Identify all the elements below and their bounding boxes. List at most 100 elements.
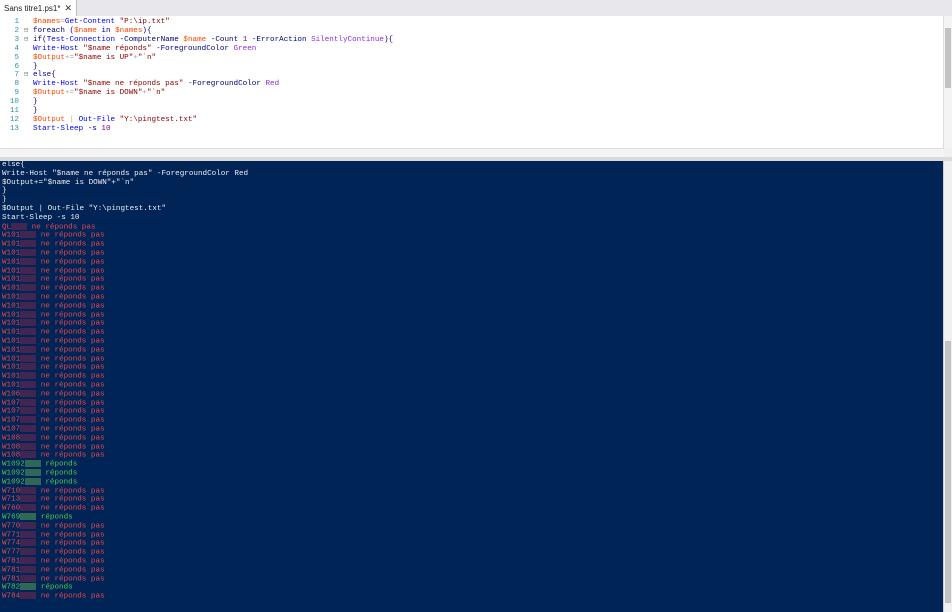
host-name: W774 xyxy=(2,539,21,548)
code-text: $Output | Out-File "Y:\pingtest.txt" xyxy=(33,116,197,125)
fold-toggle-icon[interactable]: ⊟ xyxy=(24,71,28,80)
editor-vertical-scrollbar[interactable] xyxy=(943,16,952,148)
code-token: "$name is DOWN" xyxy=(74,89,143,98)
ping-status: ne réponds pas xyxy=(36,337,105,346)
console-result-line: W107 ne réponds pas xyxy=(2,416,105,425)
console-echo-line: $Output | Out-File "Y:\pingtest.txt" xyxy=(2,205,167,213)
ping-status: ne réponds pas xyxy=(36,328,105,337)
code-token: Red xyxy=(265,80,280,89)
host-name: W101 xyxy=(2,337,21,346)
redacted-block xyxy=(20,293,37,300)
ping-status: ne réponds pas xyxy=(36,443,105,452)
host-name: QL xyxy=(2,223,12,232)
host-name: W770 xyxy=(2,522,21,531)
console-result-line: W777 ne réponds pas xyxy=(2,548,105,557)
code-token: if xyxy=(33,35,43,44)
ping-status: réponds xyxy=(40,478,78,487)
ping-status: ne réponds pas xyxy=(36,566,105,575)
redacted-block xyxy=(20,486,37,494)
host-name: W106 xyxy=(2,390,21,399)
code-token: $names xyxy=(115,26,143,35)
editor-horizontal-scrollbar[interactable] xyxy=(0,148,944,157)
redacted-block xyxy=(20,433,37,441)
console-result-line: W769 réponds xyxy=(2,513,73,522)
console-echo-line: } xyxy=(2,196,7,205)
code-text: $Output+="$name is DOWN"+"`n" xyxy=(33,89,165,98)
redacted-block xyxy=(20,240,37,248)
console-result-line: W101 ne réponds pas xyxy=(2,328,105,337)
ping-status: ne réponds pas xyxy=(36,249,105,258)
ping-status: ne réponds pas xyxy=(36,293,105,302)
ping-status: ne réponds pas xyxy=(36,592,105,601)
tab-title: Sans titre1.ps1* xyxy=(4,3,61,13)
fold-toggle-icon[interactable]: ⊟ xyxy=(24,36,28,45)
line-number: 6 xyxy=(14,62,19,71)
code-token: $name xyxy=(74,26,97,35)
host-name: W781 xyxy=(2,557,21,566)
console-result-line: W101 ne réponds pas xyxy=(2,231,105,240)
redacted-block xyxy=(20,275,37,283)
redacted-block xyxy=(20,328,37,336)
ping-status: ne réponds pas xyxy=(36,407,105,416)
code-text: } xyxy=(33,98,38,107)
scrollbar-thumb[interactable] xyxy=(945,28,951,88)
host-name: W1092 xyxy=(2,478,25,487)
redacted-block xyxy=(20,521,37,529)
host-name: W713 xyxy=(2,495,21,504)
line-number: 13 xyxy=(9,124,19,133)
console-pane[interactable]: else{Write-Host "$name ne réponds pas" -… xyxy=(0,161,944,612)
host-name: W101 xyxy=(2,284,21,293)
console-result-line: W108 ne réponds pas xyxy=(2,451,105,460)
redacted-block xyxy=(20,583,37,591)
console-result-line: W760 ne réponds pas xyxy=(2,504,105,513)
host-name: W771 xyxy=(2,531,21,540)
redacted-block xyxy=(20,530,37,538)
line-number: 1 xyxy=(14,18,19,26)
code-token: "$name réponds" xyxy=(83,44,152,53)
close-icon[interactable]: ✕ xyxy=(64,3,72,13)
host-name: W101 xyxy=(2,231,21,240)
console-result-line: W782 réponds xyxy=(2,583,73,592)
code-token: } xyxy=(33,98,38,107)
ping-status: ne réponds pas xyxy=(36,258,105,267)
redacted-block xyxy=(20,425,37,432)
host-name: W101 xyxy=(2,258,21,267)
tab-script[interactable]: Sans titre1.ps1* ✕ xyxy=(0,0,78,16)
code-token: "P:\ip.txt" xyxy=(119,18,170,26)
host-name: W101 xyxy=(2,275,21,284)
host-name: W101 xyxy=(2,293,21,302)
console-result-line: W101 ne réponds pas xyxy=(2,275,105,284)
console-vertical-scrollbar[interactable] xyxy=(943,161,952,612)
console-echo-line: } xyxy=(2,187,7,196)
host-name: W101 xyxy=(2,267,21,276)
console-result-line: W108 ne réponds pas xyxy=(2,433,105,443)
ping-status: ne réponds pas xyxy=(36,319,105,328)
code-text: } xyxy=(33,63,38,72)
console-result-line: W101 ne réponds pas xyxy=(2,345,105,355)
console-result-line: W1092 réponds xyxy=(2,460,77,469)
ping-status: ne réponds pas xyxy=(36,548,105,557)
code-token: Test-Connection xyxy=(46,35,116,44)
fold-toggle-icon[interactable]: ⊟ xyxy=(24,27,28,36)
redacted-block xyxy=(20,310,37,318)
code-token: } xyxy=(33,62,38,71)
line-number: 8 xyxy=(14,80,19,89)
console-echo-line: else{ xyxy=(2,161,25,169)
scrollbar-thumb[interactable] xyxy=(945,341,951,603)
code-text: $Output+="$name is UP"+"`n" xyxy=(33,54,156,63)
redacted-block xyxy=(20,389,37,397)
code-token: SilentlyContinue xyxy=(311,35,384,44)
host-name: W101 xyxy=(2,249,21,258)
ping-status: ne réponds pas xyxy=(36,522,105,531)
script-editor[interactable]: 1 $names=Get-Content "P:\ip.txt" 2 ⊟ foreach… xyxy=(0,16,944,148)
redacted-block xyxy=(20,363,37,371)
ping-status: ne réponds pas xyxy=(36,355,105,364)
code-token: $name xyxy=(183,35,207,44)
redacted-block xyxy=(24,469,41,476)
redacted-block xyxy=(20,565,37,573)
console-result-line: W107 ne réponds pas xyxy=(2,398,105,408)
code-token: $Output xyxy=(33,53,65,62)
redacted-block xyxy=(20,266,37,274)
redacted-block xyxy=(20,416,37,424)
ping-status: ne réponds pas xyxy=(36,399,105,408)
